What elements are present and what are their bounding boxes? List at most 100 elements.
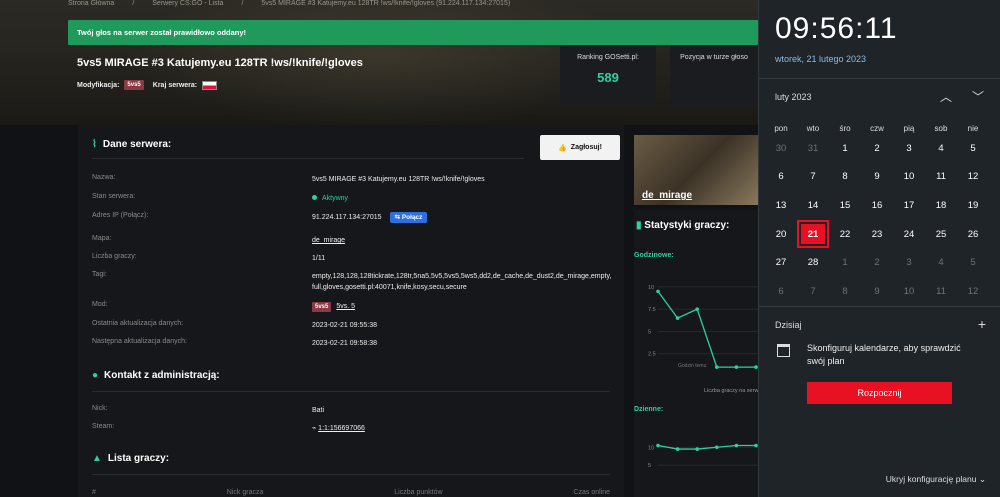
globe-icon: ●	[92, 370, 99, 381]
contact-key: Nick:	[92, 405, 108, 412]
calendar-day[interactable]: 2	[861, 134, 893, 162]
calendar-icon	[777, 344, 790, 357]
calendar-day[interactable]: 16	[861, 191, 893, 219]
map-image[interactable]: de_mirage	[634, 135, 760, 205]
calendar-day[interactable]: 22	[829, 220, 861, 248]
last-update-value: 2023-02-21 09:55:38	[312, 322, 377, 329]
steam-link[interactable]: 1:1:156697066	[318, 425, 365, 432]
detail-key: Mapa:	[92, 235, 112, 242]
calendar-day[interactable]: 6	[765, 278, 797, 306]
steam-icon: ⌁	[312, 425, 317, 432]
mod-badge[interactable]: 5vs5	[124, 80, 144, 90]
detail-row-last-update: Ostatnia aktualizacja danych: 2023-02-21 …	[92, 320, 614, 331]
add-event-icon[interactable]: +	[978, 316, 986, 332]
calendar-day[interactable]: 6	[765, 163, 797, 191]
calendar-day[interactable]: 24	[893, 220, 925, 248]
calendar-day[interactable]: 4	[925, 134, 957, 162]
detail-row-status: Stan serwera: Aktywny	[92, 193, 614, 204]
calendar-day[interactable]: 7	[797, 278, 829, 306]
calendar-day[interactable]: 28	[797, 249, 829, 277]
calendar-day[interactable]: 8	[829, 278, 861, 306]
calendar-day[interactable]: 15	[829, 191, 861, 219]
breadcrumb-item[interactable]: Serwery CS:GO - Lista	[152, 0, 223, 12]
calendar-day[interactable]: 2	[861, 249, 893, 277]
clock-date[interactable]: wtorek, 21 lutego 2023	[775, 54, 866, 64]
calendar-day[interactable]: 7	[797, 163, 829, 191]
data-point[interactable]	[656, 443, 660, 448]
calendar-day[interactable]: 30	[765, 134, 797, 162]
calendar-day[interactable]: 11	[925, 278, 957, 306]
calendar-day[interactable]: 18	[925, 191, 957, 219]
calendar-day[interactable]: 31	[797, 134, 829, 162]
data-point[interactable]	[656, 289, 660, 294]
mod-link[interactable]: 5vs. 5	[336, 303, 355, 310]
detail-key: Mod:	[92, 301, 108, 308]
data-point[interactable]	[734, 443, 739, 448]
detail-key: Ostatnia aktualizacja danych:	[92, 320, 184, 327]
detail-key: Tagi:	[92, 271, 107, 278]
data-point[interactable]	[675, 316, 680, 320]
position-label: Pozycja w turze głoso	[680, 54, 748, 61]
data-point[interactable]	[695, 307, 699, 311]
data-point[interactable]	[715, 445, 719, 450]
detail-key: Następna aktualizacja danych:	[92, 338, 187, 345]
chevron-up-icon[interactable]: ︿	[940, 88, 952, 105]
calendar-day[interactable]: 3	[893, 249, 925, 277]
col-header: Nick gracza	[226, 489, 264, 496]
chevron-down-icon[interactable]: ﹀	[972, 88, 984, 105]
divider	[92, 158, 524, 159]
divider	[759, 78, 1000, 79]
calendar-day[interactable]: 17	[893, 191, 925, 219]
map-link[interactable]: de_mirage	[312, 235, 612, 246]
breadcrumb-item[interactable]: 5vs5 MIRAGE #3 Katujemy.eu 128TR !ws/!kn…	[261, 0, 510, 12]
y-tick-label: 7.5	[648, 307, 656, 313]
calendar-day[interactable]: 5	[957, 249, 989, 277]
start-button[interactable]: Rozpocznij	[807, 382, 952, 404]
calendar-day[interactable]: 19	[957, 191, 989, 219]
calendar-day[interactable]: 10	[893, 163, 925, 191]
calendar-day[interactable]: 11	[925, 163, 957, 191]
data-point[interactable]	[675, 447, 680, 451]
y-tick-label: 5	[648, 329, 651, 335]
calendar-day[interactable]: 5	[957, 134, 989, 162]
calendar-day[interactable]: 27	[765, 249, 797, 277]
calendar-day[interactable]: 12	[957, 163, 989, 191]
calendar-day[interactable]: 8	[829, 163, 861, 191]
divider	[759, 306, 1000, 307]
daily-label: Dzienne:	[634, 406, 664, 413]
calendar-day[interactable]: 12	[957, 278, 989, 306]
data-point[interactable]	[734, 365, 739, 369]
hide-plan-link[interactable]: Ukryj konfigurację planu ⌄	[886, 474, 986, 485]
clock-time: 09:56:11	[775, 12, 898, 45]
calendar-day[interactable]: 20	[765, 220, 797, 248]
calendar-day[interactable]: 25	[925, 220, 957, 248]
calendar-day[interactable]: 1	[829, 249, 861, 277]
vote-button-label: Zagłosuj!	[570, 144, 602, 151]
mod-badge[interactable]: 5vs5	[312, 302, 332, 312]
calendar-day[interactable]: 13	[765, 191, 797, 219]
calendar-month[interactable]: luty 2023	[775, 92, 812, 102]
calendar-day[interactable]: 9	[861, 278, 893, 306]
calendar-day[interactable]: 10	[893, 278, 925, 306]
server-details-card: ⌇ Dane serwera: 👍 Zagłosuj! Nazwa: 5vs5 M…	[78, 125, 624, 497]
map-name-link[interactable]: de_mirage	[642, 190, 692, 201]
calendar-day[interactable]: 14	[797, 191, 829, 219]
status-dot-icon	[312, 195, 317, 200]
status-value: Aktywny	[322, 195, 349, 202]
month-nav: ︿ ﹀	[940, 88, 984, 105]
ip-value: 91.224.117.134:27015	[312, 214, 382, 221]
calendar-day[interactable]: 9	[861, 163, 893, 191]
breadcrumb-separator: /	[132, 0, 135, 7]
data-point[interactable]	[715, 365, 719, 369]
calendar-day[interactable]: 23	[861, 220, 893, 248]
data-point[interactable]	[695, 447, 699, 451]
calendar-day-today[interactable]: 21	[797, 220, 829, 249]
breadcrumb-item[interactable]: Strona Główna	[68, 0, 114, 12]
detail-key: Nazwa:	[92, 174, 116, 181]
calendar-day[interactable]: 3	[893, 134, 925, 162]
vote-button[interactable]: 👍 Zagłosuj!	[540, 135, 620, 160]
calendar-day[interactable]: 4	[925, 249, 957, 277]
calendar-day[interactable]: 1	[829, 134, 861, 162]
connect-button[interactable]: ⇆ Połącz	[389, 212, 428, 223]
calendar-day[interactable]: 26	[957, 220, 989, 248]
